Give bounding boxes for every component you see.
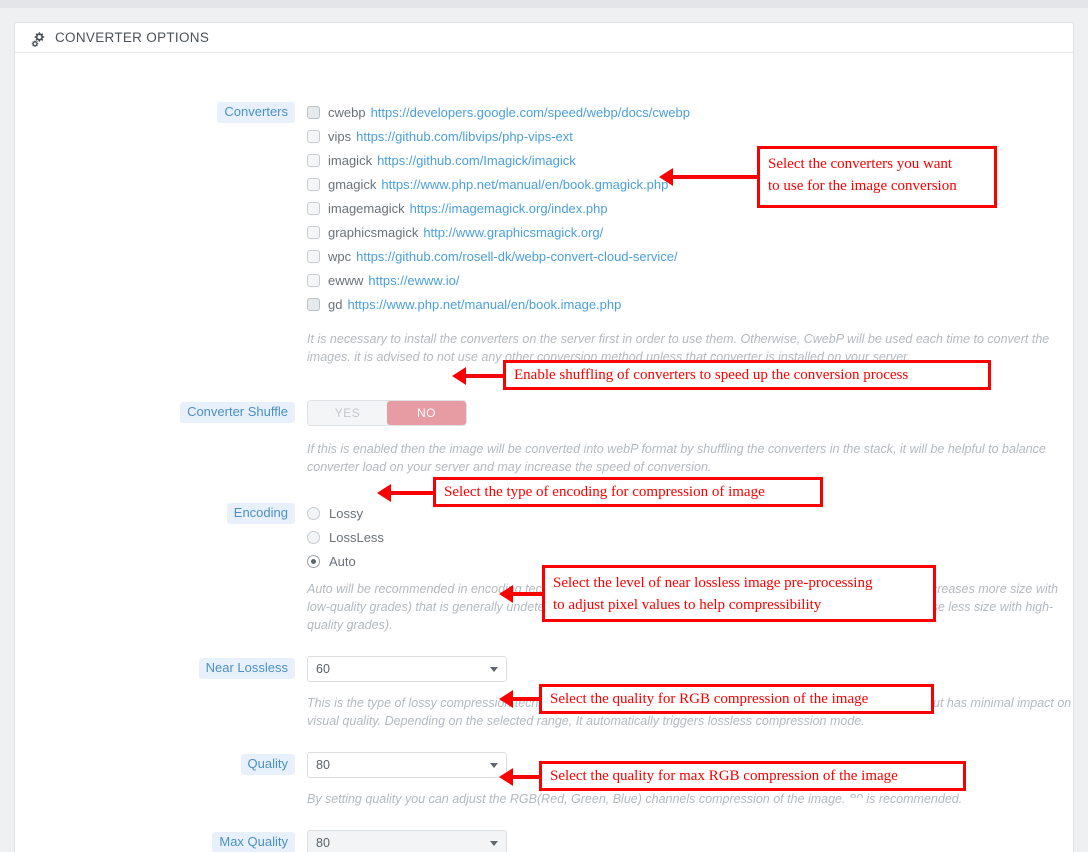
- quality-select[interactable]: 80: [307, 752, 507, 778]
- radio-row-lossless[interactable]: LossLess: [307, 525, 1073, 549]
- quality-help-row: By setting quality you can adjust the RG…: [15, 790, 1073, 808]
- anno-converters: Select the converters you want to use fo…: [757, 146, 997, 208]
- converter-link[interactable]: https://developers.google.com/speed/webp…: [371, 105, 690, 120]
- chevron-down-icon: [490, 667, 498, 672]
- anno-near-lossless: Select the level of near lossless image …: [542, 565, 936, 622]
- converter-link[interactable]: https://ewww.io/: [368, 273, 459, 288]
- checkbox-row-ewww[interactable]: ewww https://ewww.io/: [307, 268, 1073, 292]
- quality-value: 80: [316, 758, 330, 772]
- encoding-label: Encoding: [226, 503, 295, 524]
- converter-link[interactable]: https://www.php.net/manual/en/book.gmagi…: [381, 177, 668, 192]
- chevron-down-icon: [490, 763, 498, 768]
- max-quality-field: 80: [303, 830, 1073, 852]
- radio-lossy[interactable]: [307, 506, 320, 520]
- converter-name: imagemagick: [328, 200, 405, 216]
- converters-label-col: Converters: [15, 100, 303, 123]
- row-converters: Converters cwebp https://developers.goog…: [15, 100, 1073, 316]
- checkbox-cwebp[interactable]: [307, 105, 320, 119]
- checkbox-row-wpc[interactable]: wpc https://github.com/rosell-dk/webp-co…: [307, 244, 1073, 268]
- quality-label: Quality: [240, 754, 295, 775]
- checkbox-row-gd[interactable]: gd https://www.php.net/manual/en/book.im…: [307, 292, 1073, 316]
- converter-name: ewww: [328, 272, 364, 288]
- radio-lossless[interactable]: [307, 530, 320, 544]
- toggle-no-option[interactable]: NO: [387, 401, 466, 425]
- converter-link[interactable]: https://github.com/libvips/php-vips-ext: [356, 129, 573, 144]
- row-near-lossless: Near Lossless 60: [15, 656, 1073, 682]
- converters-label: Converters: [217, 102, 295, 123]
- anno-shuffle: Enable shuffling of converters to speed …: [503, 360, 991, 390]
- converter-link[interactable]: https://github.com/rosell-dk/webp-conver…: [356, 249, 678, 264]
- max-quality-label-col: Max Quality: [15, 830, 303, 852]
- toggle-yes-option[interactable]: YES: [308, 401, 387, 425]
- converter-name: gmagick: [328, 176, 377, 192]
- checkbox-row-vips[interactable]: vips https://github.com/libvips/php-vips…: [307, 124, 1073, 148]
- converter-name: cwebp: [328, 104, 366, 120]
- radio-label: LossLess: [329, 529, 384, 545]
- anno-quality: Select the quality for RGB compression o…: [539, 684, 934, 714]
- converter-shuffle-help: If this is enabled then the image will b…: [307, 442, 1046, 474]
- converter-link[interactable]: https://imagemagick.org/index.php: [410, 201, 608, 216]
- radio-auto[interactable]: [307, 554, 320, 568]
- checkbox-graphicsmagick[interactable]: [307, 225, 320, 239]
- near-lossless-label: Near Lossless: [198, 658, 295, 679]
- help-text-gap-patch: [845, 798, 865, 812]
- near-lossless-select[interactable]: 60: [307, 656, 507, 682]
- converter-name: vips: [328, 128, 352, 144]
- max-quality-select[interactable]: 80: [307, 830, 507, 852]
- converter-name: graphicsmagick: [328, 224, 419, 240]
- converter-shuffle-toggle[interactable]: YES NO: [307, 400, 467, 426]
- radio-label: Auto: [329, 553, 356, 569]
- converters-field: cwebp https://developers.google.com/spee…: [303, 100, 1073, 316]
- checkbox-gd[interactable]: [307, 297, 320, 311]
- top-strip: [0, 0, 1088, 8]
- converter-link[interactable]: https://github.com/Imagick/imagick: [377, 153, 576, 168]
- row-converter-shuffle: Converter Shuffle YES NO: [15, 400, 1073, 426]
- converter-name: gd: [328, 296, 343, 312]
- near-lossless-label-col: Near Lossless: [15, 656, 303, 679]
- near-lossless-value: 60: [316, 662, 330, 676]
- converter-name: imagick: [328, 152, 373, 168]
- card-header: CONVERTER OPTIONS: [15, 23, 1073, 53]
- converter-shuffle-label: Converter Shuffle: [180, 402, 295, 423]
- gears-icon: [31, 31, 49, 47]
- shuffle-help-row: If this is enabled then the image will b…: [15, 440, 1073, 476]
- encoding-label-col: Encoding: [15, 501, 303, 524]
- max-quality-value: 80: [316, 836, 330, 850]
- near-lossless-field: 60: [303, 656, 1073, 682]
- converter-link[interactable]: http://www.graphicsmagick.org/: [423, 225, 603, 240]
- row-max-quality: Max Quality 80: [15, 830, 1073, 852]
- converter-name: wpc: [328, 248, 352, 264]
- chevron-down-icon: [490, 841, 498, 846]
- shuffle-label-col: Converter Shuffle: [15, 400, 303, 423]
- annotation-arrow-converters: [659, 168, 758, 186]
- page-root: CONVERTER OPTIONS Converters cwebp https…: [0, 0, 1088, 852]
- radio-label: Lossy: [329, 505, 363, 521]
- checkbox-row-cwebp[interactable]: cwebp https://developers.google.com/spee…: [307, 100, 1073, 124]
- checkbox-wpc[interactable]: [307, 249, 320, 263]
- checkbox-imagick[interactable]: [307, 153, 320, 167]
- checkbox-imagemagick[interactable]: [307, 201, 320, 215]
- checkbox-gmagick[interactable]: [307, 177, 320, 191]
- encoding-field: Lossy LossLess Auto: [303, 501, 1073, 573]
- anno-encoding: Select the type of encoding for compress…: [433, 477, 823, 507]
- page-title: CONVERTER OPTIONS: [55, 30, 210, 45]
- anno-max-quality: Select the quality for max RGB compressi…: [539, 761, 966, 791]
- converter-link[interactable]: https://www.php.net/manual/en/book.image…: [347, 297, 621, 312]
- checkbox-vips[interactable]: [307, 129, 320, 143]
- quality-label-col: Quality: [15, 752, 303, 775]
- max-quality-label: Max Quality: [212, 832, 295, 852]
- checkbox-row-graphicsmagick[interactable]: graphicsmagick http://www.graphicsmagick…: [307, 220, 1073, 244]
- checkbox-ewww[interactable]: [307, 273, 320, 287]
- shuffle-field: YES NO: [303, 400, 1073, 426]
- row-encoding: Encoding Lossy LossLess Auto: [15, 501, 1073, 573]
